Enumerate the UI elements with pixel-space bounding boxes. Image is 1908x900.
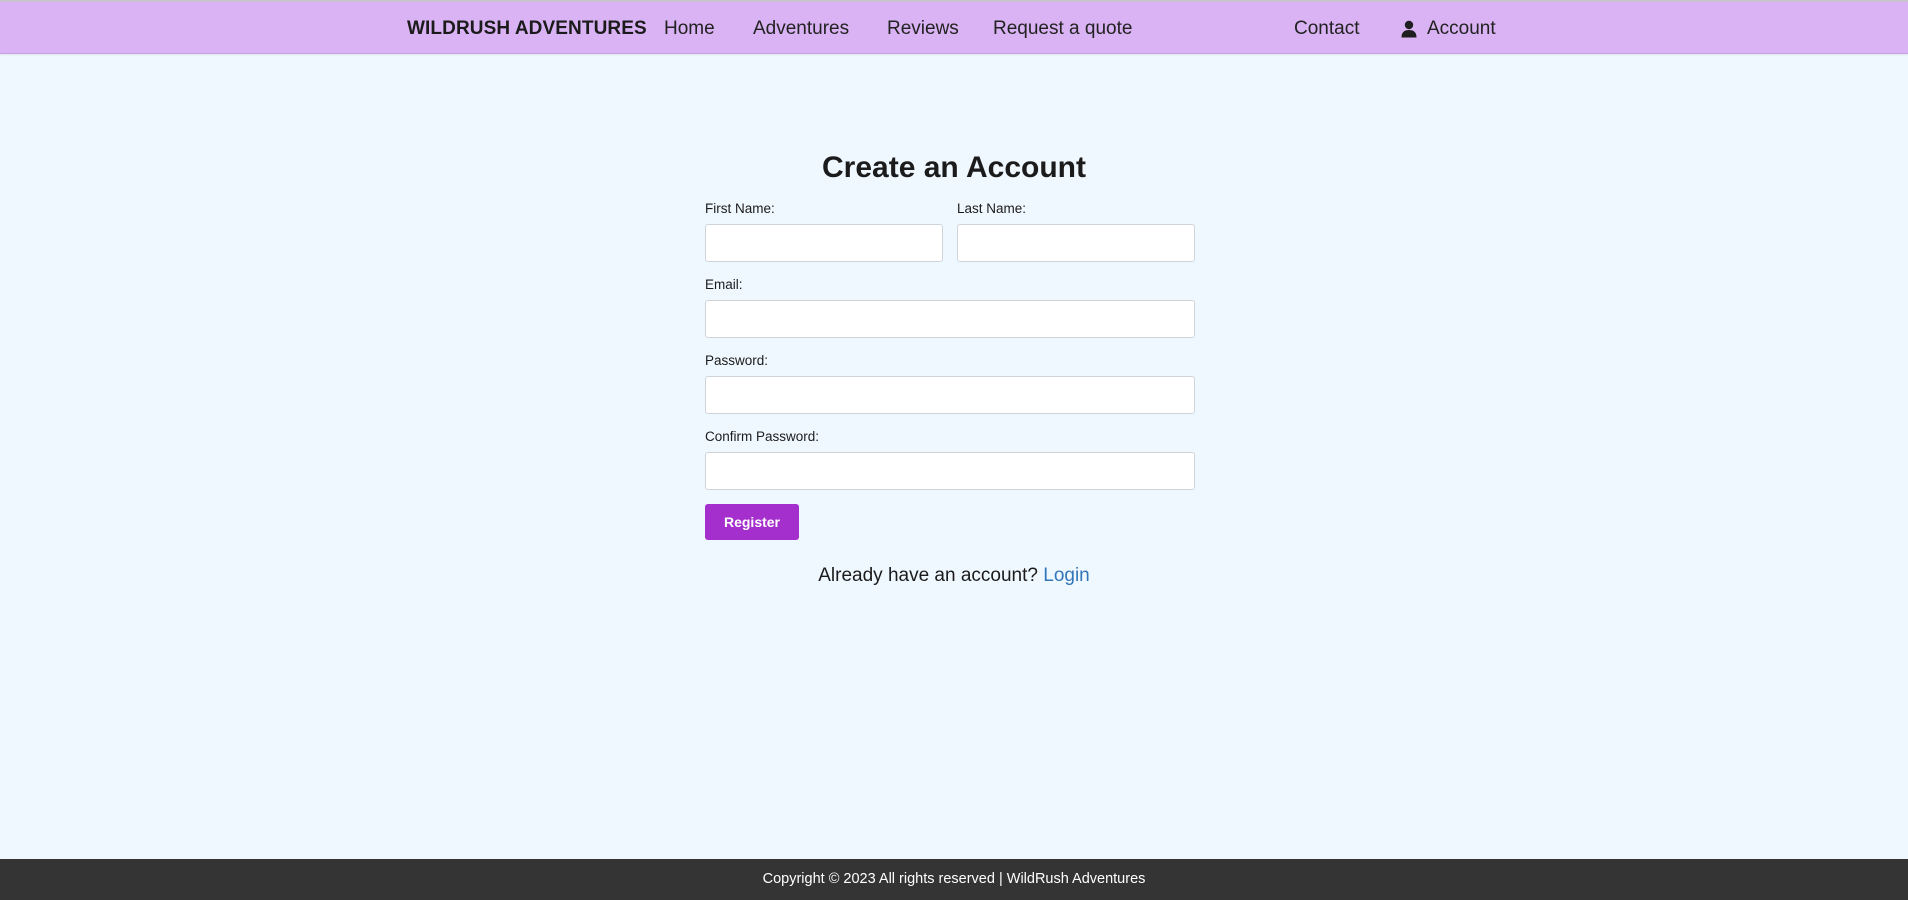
register-section: Create an Account First Name: Last Name:…: [0, 54, 1908, 859]
register-button[interactable]: Register: [705, 504, 799, 540]
password-field[interactable]: [705, 376, 1195, 414]
first-name-field[interactable]: [705, 224, 943, 262]
first-name-label: First Name:: [705, 201, 775, 216]
login-prompt-text: Already have an account?: [818, 565, 1038, 586]
nav-link-contact[interactable]: Contact: [1294, 18, 1359, 40]
top-navbar: WILDRUSH ADVENTURES Home Adventures Revi…: [0, 0, 1908, 54]
email-label: Email:: [705, 277, 743, 292]
brand-logo-text[interactable]: WILDRUSH ADVENTURES: [407, 18, 647, 40]
last-name-label: Last Name:: [957, 201, 1027, 216]
nav-link-reviews[interactable]: Reviews: [887, 18, 959, 40]
login-prompt: Already have an account? Login: [0, 565, 1908, 587]
page-title: Create an Account: [822, 151, 1086, 184]
login-link[interactable]: Login: [1043, 565, 1090, 586]
last-name-field[interactable]: [957, 224, 1195, 262]
confirm-password-label: Confirm Password:: [705, 429, 820, 444]
user-icon: [1400, 20, 1418, 38]
nav-link-home[interactable]: Home: [664, 18, 715, 40]
footer-copyright: Copyright © 2023 All rights reserved | W…: [762, 871, 1146, 887]
nav-link-adventures[interactable]: Adventures: [753, 18, 849, 40]
footer: Copyright © 2023 All rights reserved | W…: [0, 859, 1908, 900]
nav-link-request-quote[interactable]: Request a quote: [993, 18, 1132, 40]
confirm-password-field[interactable]: [705, 452, 1195, 490]
email-field[interactable]: [705, 300, 1195, 338]
nav-link-account[interactable]: Account: [1400, 18, 1496, 40]
account-label: Account: [1427, 18, 1496, 39]
password-label: Password:: [705, 353, 769, 368]
